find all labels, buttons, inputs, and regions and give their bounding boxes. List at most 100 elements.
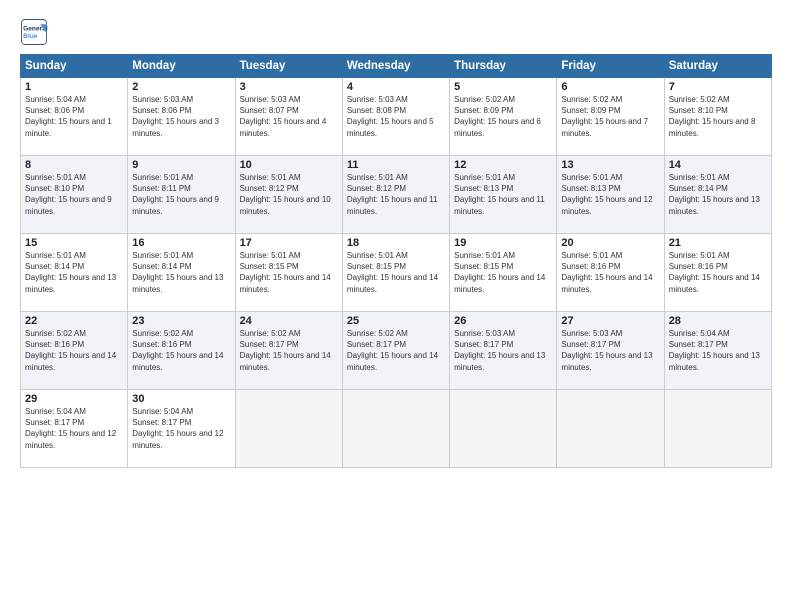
calendar-cell: 1 Sunrise: 5:04 AMSunset: 8:06 PMDayligh… bbox=[21, 78, 128, 156]
calendar-week-row: 22 Sunrise: 5:02 AMSunset: 8:16 PMDaylig… bbox=[21, 312, 772, 390]
weekday-header: Tuesday bbox=[235, 55, 342, 78]
calendar-week-row: 29 Sunrise: 5:04 AMSunset: 8:17 PMDaylig… bbox=[21, 390, 772, 468]
calendar-cell: 27 Sunrise: 5:03 AMSunset: 8:17 PMDaylig… bbox=[557, 312, 664, 390]
day-number: 3 bbox=[240, 81, 338, 93]
day-info: Sunrise: 5:01 AMSunset: 8:15 PMDaylight:… bbox=[454, 251, 545, 294]
day-number: 12 bbox=[454, 159, 552, 171]
day-number: 27 bbox=[561, 315, 659, 327]
day-number: 15 bbox=[25, 237, 123, 249]
calendar-cell: 18 Sunrise: 5:01 AMSunset: 8:15 PMDaylig… bbox=[342, 234, 449, 312]
day-info: Sunrise: 5:02 AMSunset: 8:17 PMDaylight:… bbox=[240, 329, 331, 372]
calendar-cell: 20 Sunrise: 5:01 AMSunset: 8:16 PMDaylig… bbox=[557, 234, 664, 312]
day-info: Sunrise: 5:04 AMSunset: 8:17 PMDaylight:… bbox=[669, 329, 760, 372]
day-info: Sunrise: 5:03 AMSunset: 8:17 PMDaylight:… bbox=[561, 329, 652, 372]
day-info: Sunrise: 5:03 AMSunset: 8:07 PMDaylight:… bbox=[240, 95, 327, 138]
calendar-cell: 9 Sunrise: 5:01 AMSunset: 8:11 PMDayligh… bbox=[128, 156, 235, 234]
logo-icon: General Blue bbox=[20, 18, 48, 46]
day-info: Sunrise: 5:02 AMSunset: 8:16 PMDaylight:… bbox=[132, 329, 223, 372]
calendar-cell bbox=[557, 390, 664, 468]
calendar-cell: 23 Sunrise: 5:02 AMSunset: 8:16 PMDaylig… bbox=[128, 312, 235, 390]
day-info: Sunrise: 5:02 AMSunset: 8:17 PMDaylight:… bbox=[347, 329, 438, 372]
svg-text:Blue: Blue bbox=[23, 33, 38, 40]
day-number: 5 bbox=[454, 81, 552, 93]
day-info: Sunrise: 5:01 AMSunset: 8:11 PMDaylight:… bbox=[132, 173, 219, 216]
day-number: 21 bbox=[669, 237, 767, 249]
day-number: 20 bbox=[561, 237, 659, 249]
day-info: Sunrise: 5:01 AMSunset: 8:15 PMDaylight:… bbox=[240, 251, 331, 294]
calendar-cell: 15 Sunrise: 5:01 AMSunset: 8:14 PMDaylig… bbox=[21, 234, 128, 312]
day-number: 17 bbox=[240, 237, 338, 249]
calendar-week-row: 1 Sunrise: 5:04 AMSunset: 8:06 PMDayligh… bbox=[21, 78, 772, 156]
day-info: Sunrise: 5:01 AMSunset: 8:14 PMDaylight:… bbox=[25, 251, 116, 294]
weekday-header: Thursday bbox=[450, 55, 557, 78]
weekday-header: Sunday bbox=[21, 55, 128, 78]
day-number: 26 bbox=[454, 315, 552, 327]
day-number: 6 bbox=[561, 81, 659, 93]
calendar-table: SundayMondayTuesdayWednesdayThursdayFrid… bbox=[20, 54, 772, 468]
day-info: Sunrise: 5:03 AMSunset: 8:17 PMDaylight:… bbox=[454, 329, 545, 372]
weekday-header: Friday bbox=[557, 55, 664, 78]
day-info: Sunrise: 5:01 AMSunset: 8:14 PMDaylight:… bbox=[132, 251, 223, 294]
day-number: 25 bbox=[347, 315, 445, 327]
day-number: 19 bbox=[454, 237, 552, 249]
calendar-cell: 16 Sunrise: 5:01 AMSunset: 8:14 PMDaylig… bbox=[128, 234, 235, 312]
day-info: Sunrise: 5:02 AMSunset: 8:10 PMDaylight:… bbox=[669, 95, 756, 138]
day-number: 7 bbox=[669, 81, 767, 93]
calendar-cell: 11 Sunrise: 5:01 AMSunset: 8:12 PMDaylig… bbox=[342, 156, 449, 234]
calendar-cell: 30 Sunrise: 5:04 AMSunset: 8:17 PMDaylig… bbox=[128, 390, 235, 468]
calendar-cell: 4 Sunrise: 5:03 AMSunset: 8:08 PMDayligh… bbox=[342, 78, 449, 156]
weekday-header: Monday bbox=[128, 55, 235, 78]
day-number: 1 bbox=[25, 81, 123, 93]
calendar-cell: 10 Sunrise: 5:01 AMSunset: 8:12 PMDaylig… bbox=[235, 156, 342, 234]
page: General Blue SundayMondayTuesdayWednesda… bbox=[0, 0, 792, 612]
day-info: Sunrise: 5:01 AMSunset: 8:14 PMDaylight:… bbox=[669, 173, 760, 216]
day-info: Sunrise: 5:01 AMSunset: 8:12 PMDaylight:… bbox=[240, 173, 331, 216]
calendar-cell: 3 Sunrise: 5:03 AMSunset: 8:07 PMDayligh… bbox=[235, 78, 342, 156]
calendar-cell: 26 Sunrise: 5:03 AMSunset: 8:17 PMDaylig… bbox=[450, 312, 557, 390]
calendar-cell: 6 Sunrise: 5:02 AMSunset: 8:09 PMDayligh… bbox=[557, 78, 664, 156]
calendar-cell bbox=[450, 390, 557, 468]
day-number: 22 bbox=[25, 315, 123, 327]
calendar-cell: 25 Sunrise: 5:02 AMSunset: 8:17 PMDaylig… bbox=[342, 312, 449, 390]
calendar-cell: 29 Sunrise: 5:04 AMSunset: 8:17 PMDaylig… bbox=[21, 390, 128, 468]
weekday-header: Saturday bbox=[664, 55, 771, 78]
day-number: 14 bbox=[669, 159, 767, 171]
day-number: 10 bbox=[240, 159, 338, 171]
day-info: Sunrise: 5:04 AMSunset: 8:17 PMDaylight:… bbox=[25, 407, 116, 450]
calendar-cell: 14 Sunrise: 5:01 AMSunset: 8:14 PMDaylig… bbox=[664, 156, 771, 234]
day-number: 24 bbox=[240, 315, 338, 327]
day-info: Sunrise: 5:04 AMSunset: 8:06 PMDaylight:… bbox=[25, 95, 112, 138]
day-number: 28 bbox=[669, 315, 767, 327]
calendar-cell bbox=[342, 390, 449, 468]
logo: General Blue bbox=[20, 18, 48, 46]
calendar-cell: 22 Sunrise: 5:02 AMSunset: 8:16 PMDaylig… bbox=[21, 312, 128, 390]
header: General Blue bbox=[20, 18, 772, 46]
calendar-cell bbox=[235, 390, 342, 468]
calendar-cell: 12 Sunrise: 5:01 AMSunset: 8:13 PMDaylig… bbox=[450, 156, 557, 234]
day-info: Sunrise: 5:01 AMSunset: 8:13 PMDaylight:… bbox=[454, 173, 545, 216]
day-number: 9 bbox=[132, 159, 230, 171]
day-number: 30 bbox=[132, 393, 230, 405]
day-info: Sunrise: 5:01 AMSunset: 8:16 PMDaylight:… bbox=[669, 251, 760, 294]
day-number: 8 bbox=[25, 159, 123, 171]
weekday-header: Wednesday bbox=[342, 55, 449, 78]
calendar-cell: 24 Sunrise: 5:02 AMSunset: 8:17 PMDaylig… bbox=[235, 312, 342, 390]
day-info: Sunrise: 5:01 AMSunset: 8:15 PMDaylight:… bbox=[347, 251, 438, 294]
day-info: Sunrise: 5:01 AMSunset: 8:12 PMDaylight:… bbox=[347, 173, 438, 216]
day-number: 4 bbox=[347, 81, 445, 93]
day-info: Sunrise: 5:03 AMSunset: 8:06 PMDaylight:… bbox=[132, 95, 219, 138]
calendar-cell bbox=[664, 390, 771, 468]
calendar-cell: 21 Sunrise: 5:01 AMSunset: 8:16 PMDaylig… bbox=[664, 234, 771, 312]
day-info: Sunrise: 5:01 AMSunset: 8:13 PMDaylight:… bbox=[561, 173, 652, 216]
calendar-cell: 19 Sunrise: 5:01 AMSunset: 8:15 PMDaylig… bbox=[450, 234, 557, 312]
calendar-cell: 13 Sunrise: 5:01 AMSunset: 8:13 PMDaylig… bbox=[557, 156, 664, 234]
day-number: 11 bbox=[347, 159, 445, 171]
calendar-cell: 7 Sunrise: 5:02 AMSunset: 8:10 PMDayligh… bbox=[664, 78, 771, 156]
calendar-cell: 2 Sunrise: 5:03 AMSunset: 8:06 PMDayligh… bbox=[128, 78, 235, 156]
day-info: Sunrise: 5:04 AMSunset: 8:17 PMDaylight:… bbox=[132, 407, 223, 450]
calendar-cell: 28 Sunrise: 5:04 AMSunset: 8:17 PMDaylig… bbox=[664, 312, 771, 390]
day-number: 2 bbox=[132, 81, 230, 93]
day-info: Sunrise: 5:02 AMSunset: 8:09 PMDaylight:… bbox=[454, 95, 541, 138]
day-number: 18 bbox=[347, 237, 445, 249]
day-info: Sunrise: 5:02 AMSunset: 8:16 PMDaylight:… bbox=[25, 329, 116, 372]
